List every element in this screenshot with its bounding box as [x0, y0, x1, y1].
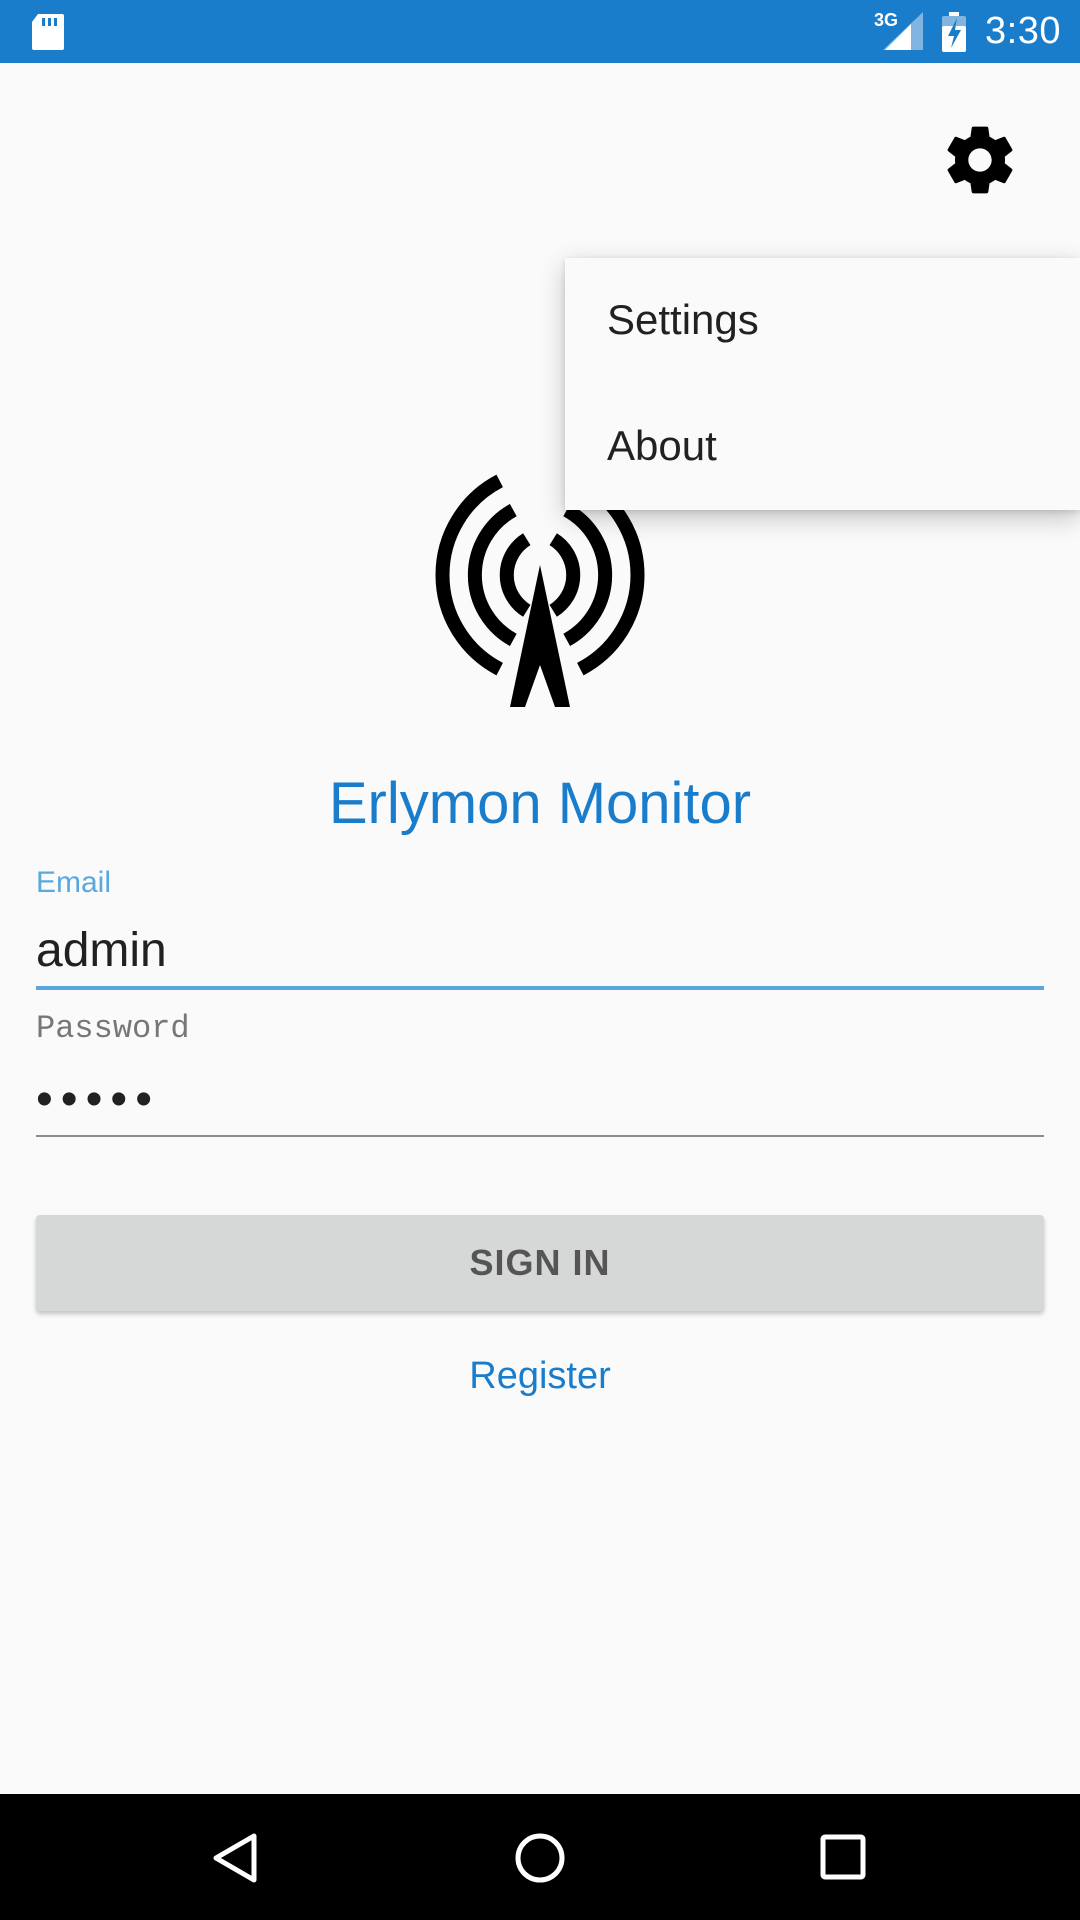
menu-item-label: Settings: [607, 296, 759, 343]
battery-charging-icon: [942, 12, 966, 52]
email-underline: [36, 986, 1044, 990]
clock: 3:30: [985, 10, 1061, 52]
password-underline: [36, 1135, 1044, 1137]
password-field[interactable]: •••••: [36, 1072, 160, 1127]
recents-icon[interactable]: [820, 1834, 866, 1880]
overflow-menu: Settings About: [565, 258, 1080, 510]
status-bar: 3G 3:30: [0, 0, 1080, 63]
sign-in-button[interactable]: SIGN IN: [36, 1215, 1044, 1311]
menu-item-settings[interactable]: Settings: [565, 258, 1080, 384]
app-title: Erlymon Monitor: [328, 771, 752, 836]
menu-item-label: About: [607, 422, 717, 469]
register-link[interactable]: Register: [0, 1355, 1080, 1398]
home-icon[interactable]: [514, 1832, 566, 1884]
gear-icon[interactable]: [940, 120, 1020, 200]
sd-card-icon: [32, 14, 64, 50]
password-label: Password: [36, 1010, 190, 1047]
email-field[interactable]: admin: [36, 923, 167, 978]
menu-item-about[interactable]: About: [565, 384, 1080, 510]
email-label: Email: [36, 866, 112, 899]
signal-icon: [883, 12, 923, 50]
back-icon[interactable]: [210, 1832, 260, 1884]
